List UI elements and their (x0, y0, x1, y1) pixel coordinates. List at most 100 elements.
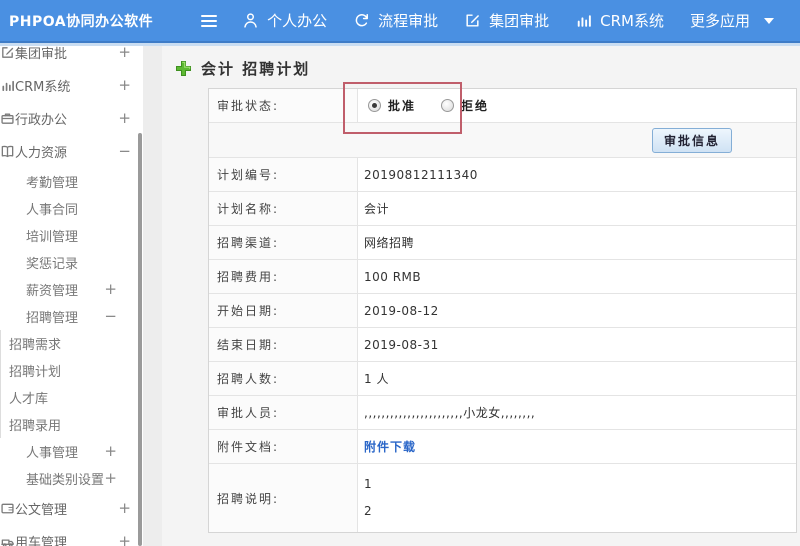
sidebar-item-talent-pool[interactable]: 人才库 (1, 384, 143, 411)
table-row-attachment: 附件文档: 附件下载 (209, 430, 796, 464)
table-row-end-date: 结束日期: 2019-08-31 (209, 328, 796, 362)
attachment-download-link[interactable]: 附件下载 (364, 438, 416, 455)
field-value: 会计 (364, 202, 390, 216)
collapse-icon[interactable]: − (118, 144, 131, 159)
sidebar-item-group-approval[interactable]: 集团审批 + (0, 46, 143, 69)
process-icon (353, 12, 370, 29)
sidebar-item-human-resources[interactable]: 人力资源 − (0, 135, 143, 168)
nav-item-more-apps[interactable]: 更多应用 (690, 10, 774, 31)
sidebar-item-label: 集团审批 (15, 47, 68, 62)
page-title: 会计 招聘计划 (201, 59, 311, 78)
table-row-actions: 审批信息 (209, 123, 796, 158)
sidebar-item-crm-system[interactable]: CRM系统 + (0, 69, 143, 102)
expand-icon[interactable]: + (118, 46, 131, 60)
sidebar-item-personnel[interactable]: 人事管理 + (0, 438, 143, 465)
radio-reject[interactable] (441, 99, 455, 112)
app-logo: PHPOA协同办公软件 (9, 13, 154, 30)
nav-item-personal-office[interactable]: 个人办公 (242, 10, 327, 31)
sidebar-item-label: 招聘计划 (9, 365, 62, 380)
add-icon[interactable] (175, 60, 192, 77)
nav-item-group-approval[interactable]: 集团审批 (464, 10, 549, 31)
document-icon (0, 501, 15, 516)
field-value: 网络招聘 (364, 236, 415, 250)
sidebar-item-recruit-plan[interactable]: 招聘计划 (1, 357, 143, 384)
sidebar-item-label: 人力资源 (15, 146, 68, 161)
edit-square-icon (464, 12, 481, 29)
nav-item-label: CRM系统 (600, 12, 664, 30)
field-value: 20190812111340 (364, 167, 478, 182)
page-header: 会计 招聘计划 (162, 46, 800, 81)
expand-icon[interactable]: + (118, 501, 131, 516)
main-content: 会计 招聘计划 审批状态: 批准 拒绝 审批信息 计划编号: 2019081211… (162, 46, 800, 546)
sidebar-item-training[interactable]: 培训管理 (0, 222, 143, 249)
expand-icon[interactable]: + (118, 534, 131, 546)
field-value: 2019-08-12 (364, 303, 439, 318)
sidebar-item-recruit-hire[interactable]: 招聘录用 (1, 411, 143, 438)
car-icon (0, 534, 15, 546)
bar-chart-icon (0, 78, 15, 93)
expand-icon[interactable]: + (104, 471, 117, 486)
sidebar-item-recruit-demand[interactable]: 招聘需求 (1, 330, 143, 357)
sidebar-item-label: 培训管理 (26, 230, 79, 245)
expand-icon[interactable]: + (118, 78, 131, 93)
sidebar-item-label: 招聘需求 (9, 338, 62, 353)
field-label: 开始日期: (209, 294, 358, 327)
table-row-approvers: 审批人员: ,,,,,,,,,,,,,,,,,,,,,,,小龙女,,,,,,,, (209, 396, 796, 430)
radio-reject-label[interactable]: 拒绝 (461, 97, 489, 114)
status-radio-group: 批准 拒绝 (358, 89, 796, 122)
field-value: 2019-08-31 (364, 337, 439, 352)
sidebar-item-label: 招聘管理 (26, 311, 79, 326)
sidebar-item-admin-office[interactable]: 行政办公 + (0, 102, 143, 135)
field-label: 计划编号: (209, 158, 358, 191)
nav-item-label: 个人办公 (267, 12, 328, 30)
sidebar-item-label: 招聘录用 (9, 419, 62, 434)
sidebar-item-vehicle-mgmt[interactable]: 用车管理 + (0, 525, 143, 546)
nav-item-process-approval[interactable]: 流程审批 (353, 10, 438, 31)
expand-icon[interactable]: + (104, 444, 117, 459)
approval-info-button[interactable]: 审批信息 (651, 127, 732, 153)
sidebar-item-document-mgmt[interactable]: 公文管理 + (0, 492, 143, 525)
sidebar-item-label: CRM系统 (15, 80, 71, 95)
edit-square-icon (0, 46, 15, 60)
table-row-recruit-cost: 招聘费用: 100 RMB (209, 260, 796, 294)
nav-item-label: 流程审批 (378, 12, 439, 30)
radio-approve-label[interactable]: 批准 (388, 97, 416, 114)
field-value: 1 人 (364, 372, 389, 386)
sidebar-item-recruit[interactable]: 招聘管理 − (0, 303, 143, 330)
caret-down-icon (764, 17, 774, 24)
field-label: 招聘渠道: (209, 226, 358, 259)
expand-icon[interactable]: + (118, 111, 131, 126)
table-row-status: 审批状态: 批准 拒绝 (209, 89, 796, 123)
field-value: ,,,,,,,,,,,,,,,,,,,,,,,小龙女,,,,,,,, (364, 406, 536, 420)
sidebar-item-label: 基础类别设置 (26, 473, 105, 488)
field-value: 1 2 (364, 477, 373, 518)
sidebar-item-label: 考勤管理 (26, 176, 79, 191)
sidebar-content-divider (143, 46, 162, 546)
table-row-plan-no: 计划编号: 20190812111340 (209, 158, 796, 192)
app-window: PHPOA协同办公软件 个人办公 流程审批 集团审批 CRM系统 更多应用 集团审批 + C… (0, 0, 800, 546)
sidebar-item-attendance[interactable]: 考勤管理 (0, 168, 143, 195)
book-icon (0, 144, 15, 159)
sidebar-item-reward-punish[interactable]: 奖惩记录 (0, 249, 143, 276)
sidebar-item-label: 人事合同 (26, 203, 79, 218)
radio-approve[interactable] (368, 99, 381, 112)
expand-icon[interactable]: + (104, 282, 117, 297)
sidebar-scrollbar[interactable] (138, 133, 142, 546)
sidebar-item-label: 奖惩记录 (26, 257, 79, 272)
sidebar-item-salary[interactable]: 薪资管理 + (0, 276, 143, 303)
collapse-icon[interactable]: − (104, 309, 117, 324)
hamburger-icon[interactable] (200, 11, 221, 31)
detail-table: 审批状态: 批准 拒绝 审批信息 计划编号: 20190812111340 计划名称… (208, 88, 797, 533)
topbar: PHPOA协同办公软件 个人办公 流程审批 集团审批 CRM系统 更多应用 (0, 0, 800, 41)
table-row-headcount: 招聘人数: 1 人 (209, 362, 796, 396)
sidebar-item-label: 用车管理 (15, 536, 68, 546)
sidebar-item-hr-contract[interactable]: 人事合同 (0, 195, 143, 222)
field-label: 附件文档: (209, 430, 358, 463)
table-row-recruit-channel: 招聘渠道: 网络招聘 (209, 226, 796, 260)
sidebar-item-label: 薪资管理 (26, 284, 79, 299)
sidebar-item-base-category[interactable]: 基础类别设置 + (0, 465, 143, 492)
field-label: 结束日期: (209, 328, 358, 361)
nav-item-crm-system[interactable]: CRM系统 (575, 10, 664, 31)
table-row-start-date: 开始日期: 2019-08-12 (209, 294, 796, 328)
sidebar-item-label: 行政办公 (15, 113, 68, 128)
